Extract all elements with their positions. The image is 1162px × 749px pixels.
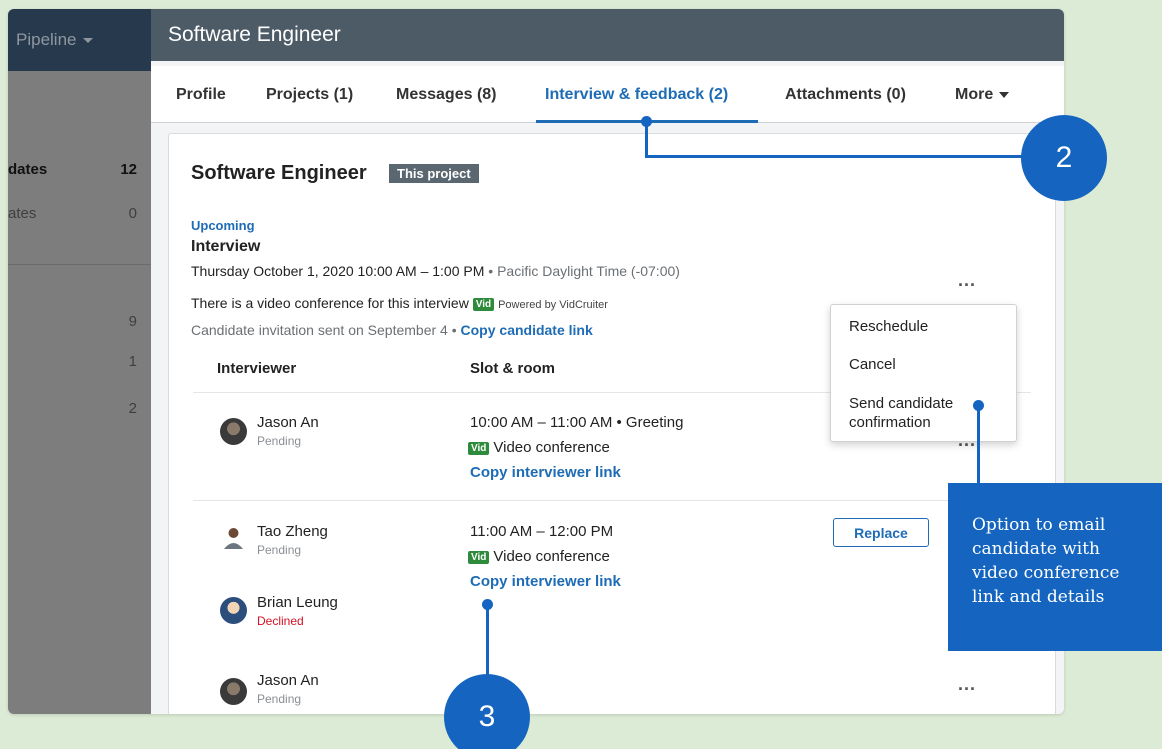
avatar xyxy=(220,678,247,705)
interview-datetime: Thursday October 1, 2020 10:00 AM – 1:00… xyxy=(191,263,680,279)
interviewer-name: Brian Leung xyxy=(257,594,338,611)
more-options-icon[interactable]: ... xyxy=(958,674,976,695)
room-label: Video conference xyxy=(493,548,610,565)
copy-interviewer-link[interactable]: Copy interviewer link xyxy=(470,573,621,590)
annotation-marker-2: 2 xyxy=(1021,115,1107,201)
upcoming-label: Upcoming xyxy=(191,218,255,233)
page-header: Software Engineer xyxy=(151,9,1064,61)
invitation-line: Candidate invitation sent on September 4… xyxy=(191,322,593,338)
tab-interview-feedback[interactable]: Interview & feedback (2) xyxy=(545,86,728,104)
sidebar-item-count: 0 xyxy=(128,205,137,222)
chevron-down-icon xyxy=(999,91,1010,98)
sidebar-item-count: 12 xyxy=(120,161,137,178)
sidebar-item-label: dates xyxy=(8,161,48,178)
slot-time: 11:00 AM – 12:00 PM xyxy=(470,523,614,540)
vid-logo-icon: Vid xyxy=(472,297,495,311)
annotation-line xyxy=(645,121,648,158)
tab-messages[interactable]: Messages (8) xyxy=(396,86,497,104)
copy-interviewer-link[interactable]: Copy interviewer link xyxy=(470,464,621,481)
interviewer-status: Pending xyxy=(257,692,302,706)
tab-profile[interactable]: Profile xyxy=(176,86,226,104)
interview-title: Interview xyxy=(191,238,261,255)
powered-by: Powered by VidCruiter xyxy=(498,299,608,311)
vid-logo-icon: Vid xyxy=(468,441,490,455)
replace-button[interactable]: Replace xyxy=(833,518,929,547)
interviewer-status: Pending xyxy=(257,434,302,448)
tab-bar: Profile Projects (1) Messages (8) Interv… xyxy=(151,66,1064,123)
invitation-text: Candidate invitation sent on September 4… xyxy=(191,322,457,338)
column-header-interviewer: Interviewer xyxy=(217,360,297,377)
menu-item-reschedule[interactable]: Reschedule xyxy=(849,317,928,336)
room-label: Video conference xyxy=(493,439,610,456)
page-title: Software Engineer xyxy=(168,23,341,46)
menu-item-send-candidate-confirmation[interactable]: Send candidate confirmation xyxy=(849,394,953,432)
interview-timezone: • Pacific Daylight Time (-07:00) xyxy=(488,263,680,279)
tab-more-label: More xyxy=(955,86,994,103)
project-badge: This project xyxy=(389,164,479,183)
interviewer-name: Jason An xyxy=(257,672,319,689)
vid-logo-icon: Vid xyxy=(468,550,490,564)
interviewer-name: Jason An xyxy=(257,414,319,431)
annotation-line xyxy=(977,405,980,485)
table-divider xyxy=(193,500,1031,501)
interviewer-name: Tao Zheng xyxy=(257,523,328,540)
tab-projects[interactable]: Projects (1) xyxy=(266,86,353,104)
menu-item-cancel[interactable]: Cancel xyxy=(849,355,896,374)
card-title: Software Engineer xyxy=(191,162,367,184)
sidebar-item-count: 9 xyxy=(128,313,137,330)
avatar xyxy=(220,524,247,551)
room-video-conference: Vid Video conference xyxy=(468,548,610,565)
more-options-icon[interactable]: ... xyxy=(958,270,976,291)
interview-date: Thursday October 1, 2020 10:00 AM – 1:00… xyxy=(191,263,485,279)
video-conference-text: There is a video conference for this int… xyxy=(191,295,469,311)
avatar xyxy=(220,597,247,624)
annotation-callout: Option to email candidate with video con… xyxy=(948,483,1162,651)
avatar xyxy=(220,418,247,445)
interviewer-status: Declined xyxy=(257,614,304,628)
copy-candidate-link[interactable]: Copy candidate link xyxy=(461,322,593,338)
annotation-line xyxy=(645,155,1025,158)
sidebar-item-label: ates xyxy=(8,205,37,222)
sidebar-item-count: 1 xyxy=(128,353,137,370)
column-header-slot: Slot & room xyxy=(470,360,555,377)
video-conference-notice: There is a video conference for this int… xyxy=(191,295,608,311)
pipeline-dropdown[interactable]: Pipeline xyxy=(16,30,93,50)
sidebar-header: Pipeline xyxy=(8,9,151,71)
tab-more[interactable]: More xyxy=(955,86,1010,104)
pipeline-label: Pipeline xyxy=(16,30,77,49)
interviewer-status: Pending xyxy=(257,543,302,557)
sidebar-item-count: 2 xyxy=(128,400,137,417)
annotation-line xyxy=(486,604,489,676)
sidebar-divider xyxy=(8,264,151,265)
chevron-down-icon xyxy=(82,38,93,44)
room-video-conference: Vid Video conference xyxy=(468,439,610,456)
slot-time: 10:00 AM – 11:00 AM • Greeting xyxy=(470,414,684,431)
options-dropdown: Reschedule Cancel Send candidate confirm… xyxy=(830,304,1017,442)
sidebar: Pipeline dates 12 ates 0 9 1 2 xyxy=(8,9,151,714)
tab-attachments[interactable]: Attachments (0) xyxy=(785,86,906,104)
